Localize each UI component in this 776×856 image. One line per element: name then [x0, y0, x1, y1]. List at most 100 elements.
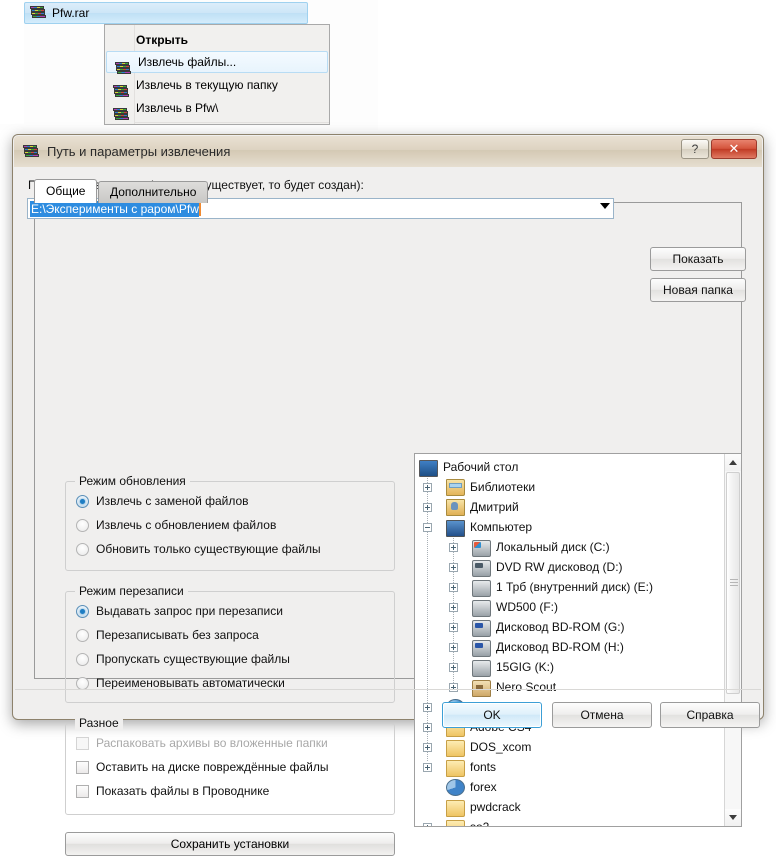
expand-plus-icon[interactable]	[423, 702, 432, 712]
radio-icon	[76, 652, 89, 666]
rar-archive-icon	[23, 144, 39, 159]
tree-node-dvd-rw-d-label: DVD RW дисковод (D:)	[496, 560, 623, 574]
expand-plus-icon[interactable]	[423, 502, 432, 512]
tree-node-desktop-label: Рабочий стол	[443, 460, 519, 474]
scroll-down-arrow-icon	[729, 815, 737, 820]
expand-plus-icon[interactable]	[449, 662, 458, 672]
hard-drive-icon	[472, 660, 491, 677]
expand-plus-icon[interactable]	[449, 682, 458, 692]
scroll-up-arrow-icon	[729, 460, 737, 465]
radio-extract-replace[interactable]: Извлечь с заменой файлов	[76, 494, 249, 508]
tree-node-so2[interactable]: so2	[415, 817, 724, 826]
tab-general[interactable]: Общие	[34, 179, 98, 203]
close-button[interactable]: ✕	[711, 139, 757, 159]
expand-plus-icon[interactable]	[423, 762, 432, 772]
tree-node-desktop[interactable]: Рабочий стол	[415, 457, 724, 477]
context-menu-item-extract-to-folder-label: Извлечь в Pfw\	[136, 100, 219, 115]
checkbox-keep-broken-files[interactable]: Оставить на диске повреждённые файлы	[76, 760, 329, 774]
expand-plus-icon[interactable]	[423, 482, 432, 492]
tree-node-nero-scout-label: Nero Scout	[496, 680, 557, 694]
collapse-minus-icon[interactable]	[423, 522, 432, 532]
radio-icon	[76, 494, 89, 508]
context-menu-item-extract-to-folder[interactable]: Извлечь в Pfw\	[105, 96, 329, 120]
tree-node-libraries[interactable]: Библиотеки	[415, 477, 724, 497]
expand-plus-icon[interactable]	[423, 722, 432, 732]
tree-node-bd-rom-g-label: Дисковод BD-ROM (G:)	[496, 620, 625, 634]
radio-prompt-on-overwrite[interactable]: Выдавать запрос при перезаписи	[76, 604, 283, 618]
tree-node-dmitriy-label: Дмитрий	[470, 500, 519, 514]
context-menu-item-extract-here-label: Извлечь в текущую папку	[136, 77, 278, 92]
radio-overwrite-without-prompt[interactable]: Перезаписывать без запроса	[76, 628, 259, 642]
dialog-titlebar[interactable]: Путь и параметры извлечения ? ✕	[14, 136, 762, 167]
scroll-up-button[interactable]	[725, 454, 741, 471]
expand-plus-icon[interactable]	[423, 822, 432, 826]
dvd-drive-icon	[472, 560, 491, 577]
tree-node-dos-xcom[interactable]: DOS_xcom	[415, 737, 724, 757]
folder-tree-view[interactable]: Рабочий стол Библиотеки Дмитрий Компьюте…	[414, 453, 742, 827]
forex-icon	[446, 779, 465, 796]
expand-plus-icon[interactable]	[449, 542, 458, 552]
tree-node-pwdcrack[interactable]: pwdcrack	[415, 797, 724, 817]
tree-node-dvd-rw-d[interactable]: DVD RW дисковод (D:)	[415, 557, 724, 577]
radio-auto-rename-label: Переименовывать автоматически	[96, 676, 285, 690]
show-button[interactable]: Показать	[650, 247, 746, 271]
context-menu-item-extract-files[interactable]: Извлечь файлы...	[106, 51, 328, 74]
tree-node-fonts-label: fonts	[470, 760, 497, 774]
checkbox-icon	[76, 784, 89, 798]
checkbox-show-files-in-explorer[interactable]: Показать файлы в Проводнике	[76, 784, 269, 798]
update-mode-group: Режим обновления Извлечь с заменой файло…	[65, 474, 395, 571]
tree-node-nero-scout[interactable]: Nero Scout	[415, 677, 724, 697]
radio-update-existing-only[interactable]: Обновить только существующие файлы	[76, 542, 321, 556]
hard-drive-icon	[472, 580, 491, 597]
expand-plus-icon[interactable]	[449, 602, 458, 612]
radio-auto-rename[interactable]: Переименовывать автоматически	[76, 676, 285, 690]
scroll-down-button[interactable]	[725, 809, 741, 826]
tree-node-computer[interactable]: Компьютер	[415, 517, 724, 537]
tree-node-computer-label: Компьютер	[470, 520, 533, 534]
tree-node-15gig-k[interactable]: 15GIG (K:)	[415, 657, 724, 677]
radio-extract-update-label: Извлечь с обновлением файлов	[96, 518, 277, 532]
tree-node-15gig-k-label: 15GIG (K:)	[496, 660, 555, 674]
text-caret	[198, 201, 201, 216]
file-item-pfw-rar[interactable]: Pfw.rar	[24, 2, 308, 24]
tab-advanced[interactable]: Дополнительно	[98, 181, 209, 203]
tree-node-forex[interactable]: forex	[415, 777, 724, 797]
new-folder-button[interactable]: Новая папка	[650, 278, 746, 302]
tree-node-dos-xcom-label: DOS_xcom	[470, 740, 532, 754]
expand-plus-icon[interactable]	[449, 562, 458, 572]
context-menu-item-extract-here[interactable]: Извлечь в текущую папку	[105, 73, 329, 97]
expand-plus-icon[interactable]	[423, 742, 432, 752]
save-settings-button[interactable]: Сохранить установки	[65, 832, 395, 856]
file-item-label: Pfw.rar	[52, 6, 90, 20]
context-menu-item-extract-files-label: Извлечь файлы...	[138, 55, 237, 69]
expand-plus-icon[interactable]	[449, 622, 458, 632]
tree-node-wd500-f[interactable]: WD500 (F:)	[415, 597, 724, 617]
tree-node-bd-rom-g[interactable]: Дисковод BD-ROM (G:)	[415, 617, 724, 637]
radio-skip-existing-label: Пропускать существующие файлы	[96, 652, 290, 666]
chevron-down-icon[interactable]	[600, 203, 610, 209]
tree-node-disk-e[interactable]: 1 Трб (внутренний диск) (E:)	[415, 577, 724, 597]
help-button[interactable]: ?	[681, 139, 709, 159]
tree-node-local-disk-c[interactable]: Локальный диск (C:)	[415, 537, 724, 557]
tree-node-fonts[interactable]: fonts	[415, 757, 724, 777]
scrollbar-grip-icon	[730, 579, 738, 587]
radio-skip-existing[interactable]: Пропускать существующие файлы	[76, 652, 290, 666]
tree-node-bd-rom-h[interactable]: Дисковод BD-ROM (H:)	[415, 637, 724, 657]
tree-vertical-scrollbar[interactable]	[724, 454, 741, 826]
bd-rom-drive-icon	[472, 640, 491, 657]
misc-group: Разное Распаковать архивы во вложенные п…	[65, 716, 395, 815]
ok-button[interactable]: OK	[442, 702, 542, 728]
help-button-footer[interactable]: Справка	[660, 702, 760, 728]
nero-scout-icon	[472, 679, 491, 697]
expand-plus-icon[interactable]	[449, 582, 458, 592]
tree-node-dmitriy[interactable]: Дмитрий	[415, 497, 724, 517]
cancel-button[interactable]: Отмена	[552, 702, 652, 728]
scrollbar-thumb[interactable]	[726, 472, 740, 694]
context-menu[interactable]: Открыть Извлечь файлы... Извлечь в текущ…	[104, 24, 330, 125]
tree-node-forex-label: forex	[470, 780, 497, 794]
radio-icon	[76, 604, 89, 618]
expand-plus-icon[interactable]	[449, 642, 458, 652]
radio-extract-update[interactable]: Извлечь с обновлением файлов	[76, 518, 276, 532]
context-menu-item-open[interactable]: Открыть	[105, 28, 329, 51]
checkbox-icon	[76, 736, 89, 750]
